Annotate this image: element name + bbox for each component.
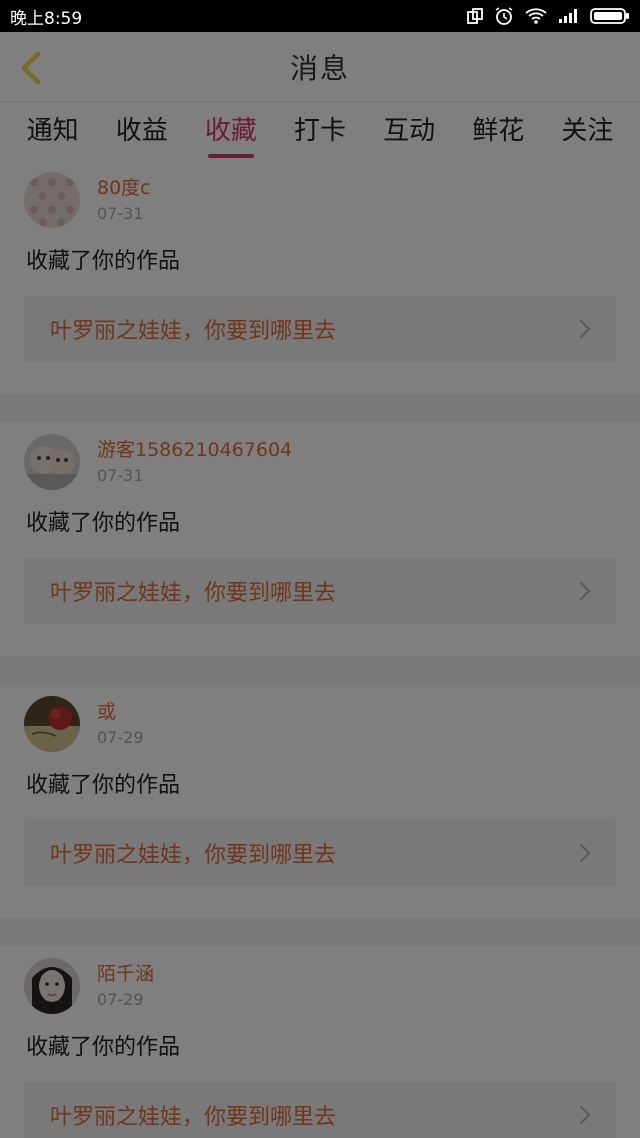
app-header: 消息 <box>0 32 640 102</box>
work-title: 叶罗丽之娃娃，你要到哪里去 <box>50 843 337 868</box>
battery-icon <box>590 7 630 25</box>
action-text: 收藏了你的作品 <box>26 511 181 536</box>
wifi-icon <box>524 7 548 25</box>
status-icons <box>466 6 630 26</box>
item-header: 或 07-29 <box>24 684 616 764</box>
alarm-icon <box>494 6 514 26</box>
action-text: 收藏了你的作品 <box>26 1035 181 1060</box>
item-date: 07-29 <box>97 728 144 747</box>
item-meta: 游客1586210467604 07-31 <box>97 437 292 487</box>
tab-interaction[interactable]: 互动 <box>377 102 441 160</box>
list-item: 或 07-29 收藏了你的作品 叶罗丽之娃娃，你要到哪里去 <box>0 684 640 918</box>
back-chevron-icon <box>21 51 41 85</box>
username[interactable]: 陌千涵 <box>97 961 154 987</box>
avatar[interactable] <box>24 958 80 1014</box>
screen-rotate-icon <box>466 7 484 25</box>
avatar[interactable] <box>24 696 80 752</box>
chevron-right-icon <box>578 580 592 602</box>
list-item: 游客1586210467604 07-31 收藏了你的作品 叶罗丽之娃娃，你要到… <box>0 422 640 656</box>
work-link[interactable]: 叶罗丽之娃娃，你要到哪里去 <box>24 1082 616 1138</box>
item-header: 游客1586210467604 07-31 <box>24 422 616 502</box>
tab-following[interactable]: 关注 <box>555 102 619 160</box>
list-item: 陌千涵 07-29 收藏了你的作品 叶罗丽之娃娃，你要到哪里去 <box>0 946 640 1138</box>
work-title: 叶罗丽之娃娃，你要到哪里去 <box>50 319 337 344</box>
app-root: 晚上8:59 消息 通知 收益 收藏 打卡 互动 鲜花 关注 80度c 07-3… <box>0 0 640 1138</box>
chevron-right-icon <box>578 1104 592 1126</box>
work-title: 叶罗丽之娃娃，你要到哪里去 <box>50 1105 337 1130</box>
favorites-list: 80度c 07-31 收藏了你的作品 叶罗丽之娃娃，你要到哪里去 游客15862… <box>0 160 640 1138</box>
chevron-right-icon <box>578 842 592 864</box>
work-link[interactable]: 叶罗丽之娃娃，你要到哪里去 <box>24 558 616 624</box>
action-text: 收藏了你的作品 <box>26 773 181 798</box>
tab-favorites[interactable]: 收藏 <box>199 102 263 160</box>
username[interactable]: 游客1586210467604 <box>97 437 292 463</box>
tab-notifications[interactable]: 通知 <box>21 102 85 160</box>
item-header: 陌千涵 07-29 <box>24 946 616 1026</box>
tab-earnings[interactable]: 收益 <box>110 102 174 160</box>
username[interactable]: 80度c <box>97 175 151 201</box>
item-header: 80度c 07-31 <box>24 160 616 240</box>
item-date: 07-31 <box>97 204 144 223</box>
tab-flowers[interactable]: 鲜花 <box>466 102 530 160</box>
page-title: 消息 <box>289 51 350 85</box>
item-date: 07-29 <box>97 990 144 1009</box>
list-item: 80度c 07-31 收藏了你的作品 叶罗丽之娃娃，你要到哪里去 <box>0 160 640 394</box>
avatar[interactable] <box>24 434 80 490</box>
chevron-right-icon <box>578 318 592 340</box>
tab-bar: 通知 收益 收藏 打卡 互动 鲜花 关注 <box>0 102 640 160</box>
work-link[interactable]: 叶罗丽之娃娃，你要到哪里去 <box>24 820 616 886</box>
signal-icon <box>558 8 580 24</box>
item-meta: 陌千涵 07-29 <box>97 961 154 1011</box>
username[interactable]: 或 <box>97 699 144 725</box>
tab-checkin[interactable]: 打卡 <box>288 102 352 160</box>
status-time: 晚上8:59 <box>10 8 83 29</box>
avatar[interactable] <box>24 172 80 228</box>
item-date: 07-31 <box>97 466 144 485</box>
action-text: 收藏了你的作品 <box>26 249 181 274</box>
item-meta: 或 07-29 <box>97 699 144 749</box>
status-bar: 晚上8:59 <box>0 0 640 32</box>
back-button[interactable] <box>14 50 50 86</box>
work-link[interactable]: 叶罗丽之娃娃，你要到哪里去 <box>24 296 616 362</box>
work-title: 叶罗丽之娃娃，你要到哪里去 <box>50 581 337 606</box>
item-meta: 80度c 07-31 <box>97 175 151 225</box>
